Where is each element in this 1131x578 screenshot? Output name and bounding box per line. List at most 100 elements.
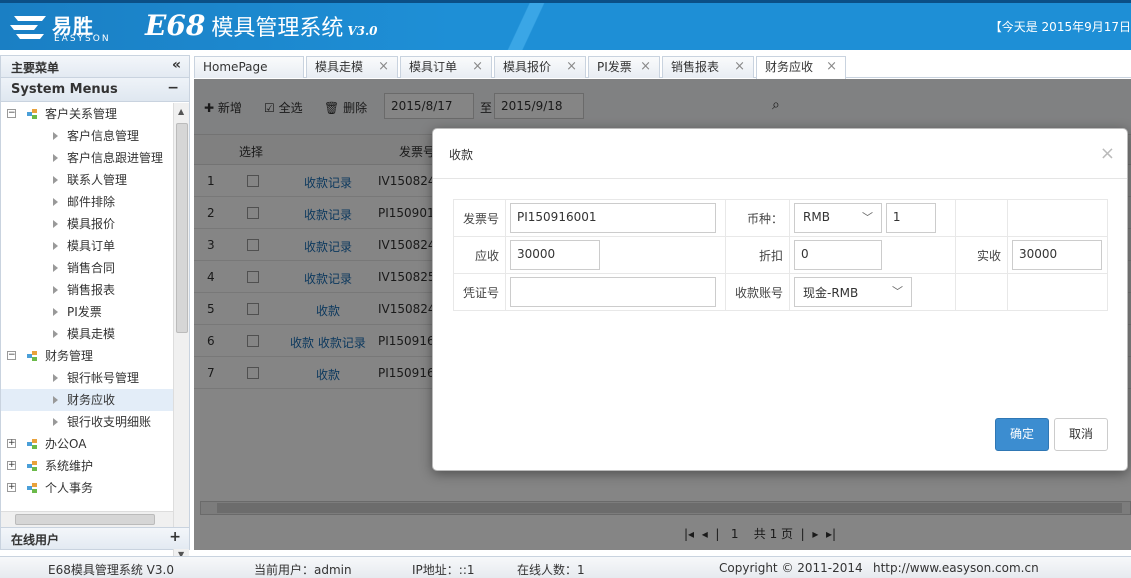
tree-item-label: 邮件排除 — [67, 195, 116, 209]
tree-item-label: 销售报表 — [67, 283, 116, 297]
tree-item[interactable]: 客户信息管理 — [1, 125, 173, 147]
tree-group[interactable]: + 办公OA — [1, 433, 173, 455]
tree-item-label: 模具订单 — [67, 239, 116, 253]
tab[interactable]: 模具订单 × — [400, 56, 492, 78]
tree-item[interactable]: 银行收支明细账 — [1, 411, 173, 433]
tree-group-label: 办公OA — [45, 437, 87, 451]
receivable-field[interactable]: 30000 — [510, 240, 600, 270]
tree-item[interactable]: 银行帐号管理 — [1, 367, 173, 389]
tree-item[interactable]: 模具报价 — [1, 213, 173, 235]
tab[interactable]: HomePage — [194, 56, 304, 78]
tree-item[interactable]: 模具走模 — [1, 323, 173, 345]
expand-node-icon[interactable]: + — [7, 439, 16, 448]
footer-user: 当前用户：admin — [254, 563, 352, 577]
tab[interactable]: 模具报价 × — [494, 56, 586, 78]
footer-url[interactable]: http://www.easyson.com.cn — [873, 561, 1039, 575]
online-users-header[interactable]: 在线用户 + — [1, 527, 189, 549]
tree-item[interactable]: 销售报表 — [1, 279, 173, 301]
discount-field[interactable]: 0 — [794, 240, 882, 270]
invoice-label: 发票号 — [453, 199, 506, 237]
cancel-button[interactable]: 取消 — [1054, 418, 1108, 451]
caret-right-icon — [53, 286, 58, 294]
exchange-rate-field[interactable]: 1 — [885, 203, 936, 233]
invoice-no-field[interactable]: PI150916001 — [510, 203, 716, 233]
close-tab-icon[interactable]: × — [640, 57, 651, 77]
footer-ip: IP地址：::1 — [412, 563, 475, 577]
tree-group-label: 系统维护 — [45, 459, 94, 473]
voucher-no-field[interactable] — [510, 277, 716, 307]
app-title-version: V3.0 — [347, 24, 378, 38]
app-header: 易胜 EASYSON E68 模具管理系统 V3.0 【今天是 2015年9月17日 — [0, 0, 1131, 50]
tree-item[interactable]: 客户信息跟进管理 — [1, 147, 173, 169]
collapse-node-icon[interactable]: − — [7, 351, 16, 360]
close-tab-icon[interactable]: × — [566, 57, 577, 77]
receivable-label: 应收 — [453, 236, 506, 274]
logo-mark-icon — [10, 16, 46, 39]
sidebar-scroll-thumb[interactable] — [176, 123, 188, 333]
tab-label: 销售报表 — [671, 60, 720, 74]
main-menu-label: 主要菜单 — [11, 61, 60, 75]
expand-node-icon[interactable]: + — [7, 461, 16, 470]
sidebar-horizontal-scrollbar[interactable] — [1, 511, 173, 527]
close-tab-icon[interactable]: × — [378, 57, 389, 77]
tab[interactable]: 模具走模 × — [306, 56, 398, 78]
actual-received-field[interactable]: 30000 — [1012, 240, 1102, 270]
tree-item[interactable]: 联系人管理 — [1, 169, 173, 191]
app-title: E68 模具管理系统 V3.0 — [145, 9, 378, 42]
status-bar: E68模具管理系统 V3.0 当前用户：admin IP地址：::1 在线人数：… — [0, 556, 1131, 578]
tree-group[interactable]: − 客户关系管理 — [1, 103, 173, 125]
collapse-panel-icon[interactable]: − — [167, 80, 179, 96]
tab[interactable]: 财务应收 × — [756, 56, 846, 79]
menu-tree: − 客户关系管理 客户信息管理客户信息跟进管理联系人管理邮件排除模具报价模具订单销售… — [1, 103, 173, 523]
tree-item-label: 模具走模 — [67, 327, 116, 341]
caret-right-icon — [53, 418, 58, 426]
caret-right-icon — [53, 264, 58, 272]
scroll-up-icon[interactable]: ▲ — [178, 107, 184, 116]
header-decoration — [490, 3, 580, 50]
confirm-button[interactable]: 确定 — [995, 418, 1049, 451]
logo: 易胜 EASYSON — [8, 8, 118, 44]
expand-online-icon[interactable]: + — [169, 529, 181, 545]
tree-group[interactable]: + 系统维护 — [1, 455, 173, 477]
tree-item-label: 客户信息跟进管理 — [67, 151, 164, 165]
sidebar-hscroll-thumb[interactable] — [15, 514, 155, 525]
account-select[interactable]: 现金-RMB ﹀ — [794, 277, 912, 307]
tree-group-label: 个人事务 — [45, 481, 94, 495]
tree-item[interactable]: 财务应收 — [1, 389, 173, 411]
tree-group-label: 财务管理 — [45, 349, 94, 363]
collapse-node-icon[interactable]: − — [7, 109, 16, 118]
tree-group[interactable]: − 财务管理 — [1, 345, 173, 367]
close-tab-icon[interactable]: × — [472, 57, 483, 77]
sidebar-vertical-scrollbar[interactable]: ▲ ▼ — [173, 103, 189, 563]
tab[interactable]: 销售报表 × — [662, 56, 754, 78]
tab[interactable]: PI发票 × — [588, 56, 660, 78]
caret-right-icon — [53, 198, 58, 206]
caret-right-icon — [53, 374, 58, 382]
close-icon[interactable]: × — [1100, 143, 1115, 164]
tab-label: 模具报价 — [503, 60, 552, 74]
close-tab-icon[interactable]: × — [734, 57, 745, 77]
empty-cell — [1007, 273, 1108, 311]
tree-group[interactable]: + 个人事务 — [1, 477, 173, 499]
caret-right-icon — [53, 396, 58, 404]
tree-item[interactable]: PI发票 — [1, 301, 173, 323]
close-tab-icon[interactable]: × — [826, 57, 837, 77]
caret-right-icon — [53, 132, 58, 140]
collapse-sidebar-icon[interactable]: « — [172, 57, 181, 73]
app-title-cn: 模具管理系统 — [211, 16, 344, 41]
tree-item[interactable]: 邮件排除 — [1, 191, 173, 213]
tab-label: PI发票 — [597, 60, 632, 74]
online-users-label: 在线用户 — [11, 533, 60, 547]
tree-item[interactable]: 模具订单 — [1, 235, 173, 257]
account-value: 现金-RMB — [803, 286, 859, 300]
tree-folder-icon — [27, 351, 41, 361]
currency-select[interactable]: RMB ﹀ — [794, 203, 882, 233]
expand-node-icon[interactable]: + — [7, 483, 16, 492]
caret-right-icon — [53, 154, 58, 162]
voucher-label: 凭证号 — [453, 273, 506, 311]
tab-label: 财务应收 — [765, 60, 814, 74]
sidebar: 主要菜单 « System Menus − − 客户关系管理 客户信息管理客户信息跟… — [0, 55, 190, 563]
tree-item[interactable]: 销售合同 — [1, 257, 173, 279]
caret-right-icon — [53, 242, 58, 250]
system-menus-header[interactable]: System Menus − — [1, 78, 189, 102]
